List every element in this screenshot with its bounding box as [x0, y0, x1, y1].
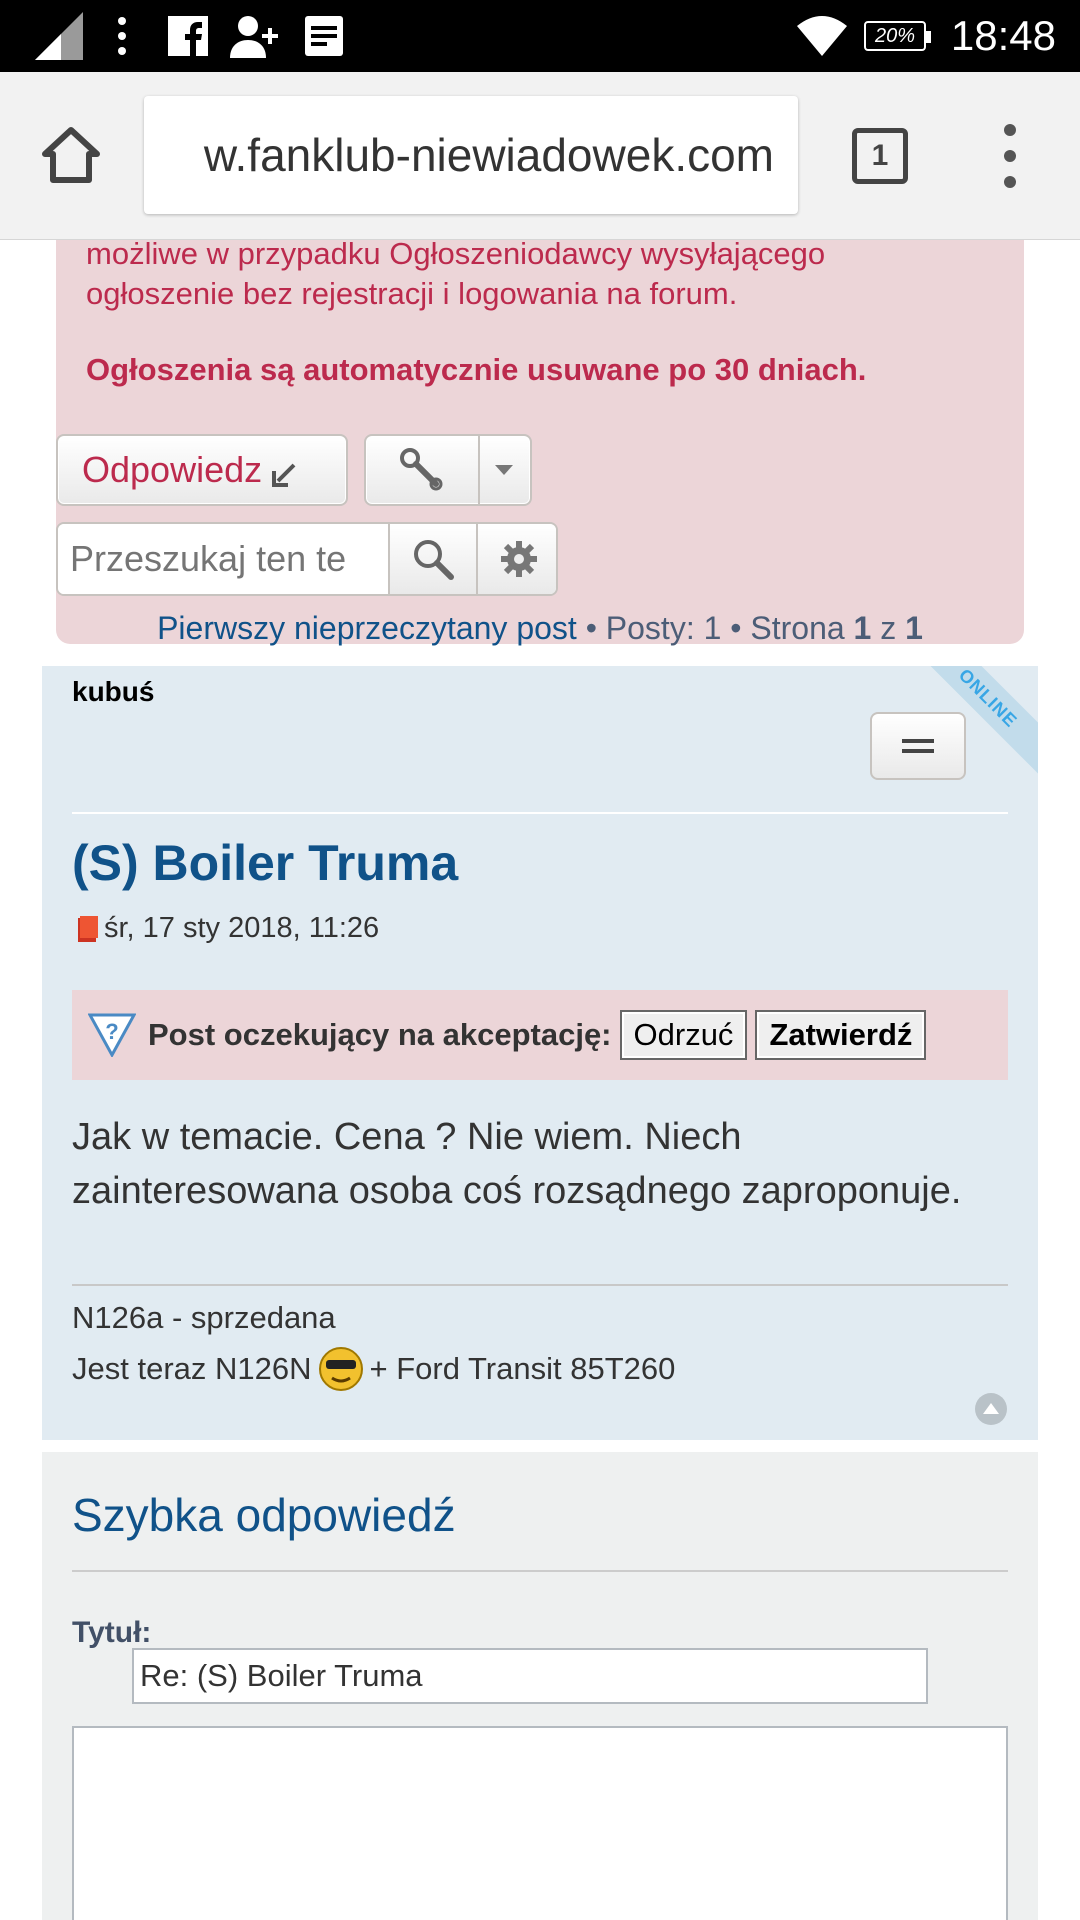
home-icon	[42, 127, 100, 183]
facebook-icon	[166, 0, 210, 72]
gear-icon	[501, 541, 537, 577]
total-pages: 1	[905, 610, 923, 646]
home-button[interactable]	[36, 122, 106, 188]
post-date: śr, 17 sty 2018, 11:26	[104, 912, 380, 944]
signal-icon	[24, 0, 94, 72]
reject-button[interactable]: Odrzuć	[619, 1010, 748, 1060]
subject-label: Tytuł:	[72, 1616, 152, 1649]
tab-switcher-button[interactable]: 1	[852, 128, 908, 184]
reply-arrow-icon	[272, 463, 296, 487]
post-icon[interactable]	[78, 915, 98, 942]
search-button[interactable]	[388, 524, 476, 594]
divider	[72, 1570, 1008, 1572]
menu-line-icon	[902, 749, 934, 753]
url-text: w.fanklub-niewiadowek.com	[203, 129, 774, 181]
svg-text:?: ?	[105, 1019, 118, 1044]
signature-text: + Ford Transit 85T260	[369, 1351, 676, 1386]
current-page: 1	[853, 610, 872, 646]
notice-line: ogłoszenie bez rejestracji i logowania n…	[86, 276, 738, 311]
message-textarea[interactable]	[72, 1726, 1008, 1920]
menu-line-icon	[902, 739, 934, 743]
signature-text: Jest teraz N126N	[72, 1351, 312, 1386]
notice-line: możliwe w przypadku Ogłoszeniodawcy wysy…	[86, 240, 826, 271]
page-content: możliwe w przypadku Ogłoszeniodawcy wysy…	[0, 240, 1080, 1920]
subject-input[interactable]	[132, 1648, 928, 1704]
wifi-icon	[790, 0, 854, 72]
divider	[72, 812, 1008, 814]
notice-warning: Ogłoszenia są automatycznie usuwane po 3…	[86, 352, 867, 387]
reply-button[interactable]: Odpowiedz	[56, 434, 348, 506]
approval-label: Post oczekujący na akceptację:	[148, 1017, 612, 1052]
back-to-top-icon[interactable]	[974, 1392, 1008, 1426]
approve-button[interactable]: Zatwierdź	[755, 1010, 927, 1060]
status-bar: 20% 18:48	[0, 0, 1080, 72]
quick-reply-panel: Szybka odpowiedź Tytuł:	[42, 1452, 1038, 1920]
menu-dot-icon	[1004, 124, 1016, 136]
battery-icon: 20%	[860, 0, 931, 72]
reply-label: Odpowiedz	[82, 449, 263, 490]
browser-menu-button[interactable]	[990, 124, 1030, 188]
signature-line: Jest teraz N126N + Ford Transit 85T260	[72, 1342, 675, 1396]
overflow-dots-icon	[110, 0, 134, 72]
post-body: Jak w temacie. Cena ? Nie wiem. Niech za…	[72, 1116, 962, 1212]
menu-dot-icon	[1004, 176, 1016, 188]
post-author[interactable]: kubuś	[72, 676, 154, 708]
advanced-search-button[interactable]	[476, 524, 556, 594]
topic-search	[56, 522, 558, 596]
news-icon	[302, 0, 346, 72]
wrench-icon	[366, 436, 480, 504]
cool-smiley-icon	[318, 1347, 363, 1391]
add-contact-icon	[228, 0, 284, 72]
post: ONLINE kubuś (S) Boiler Truma śr, 17 sty…	[42, 666, 1038, 1440]
post-title[interactable]: (S) Boiler Truma	[72, 834, 458, 892]
url-bar[interactable]: w.fanklub-niewiadowek.com	[144, 96, 798, 214]
menu-dot-icon	[1004, 150, 1016, 162]
search-input[interactable]	[58, 524, 388, 594]
signature-divider	[72, 1284, 1008, 1286]
search-icon	[414, 540, 454, 580]
page-separator: z	[871, 610, 906, 646]
approval-bar: ? Post oczekujący na akceptację: Odrzuć …	[72, 990, 1008, 1080]
browser-toolbar: w.fanklub-niewiadowek.com 1	[0, 72, 1080, 240]
chevron-down-icon	[478, 436, 530, 504]
topic-pagination: Pierwszy nieprzeczytany post • Posty: 1 …	[0, 606, 1080, 650]
clock: 18:48	[950, 12, 1056, 59]
topic-tools-button[interactable]	[364, 434, 532, 506]
post-menu-button[interactable]	[870, 712, 966, 780]
signature-line: N126a - sprzedana	[72, 1300, 336, 1335]
first-unread-link[interactable]: Pierwszy nieprzeczytany post	[157, 610, 577, 646]
post-count-text: • Posty: 1 • Strona	[576, 610, 854, 646]
post-date-row: śr, 17 sty 2018, 11:26	[72, 912, 379, 945]
battery-level: 20%	[864, 21, 931, 51]
quick-reply-title: Szybka odpowiedź	[72, 1489, 456, 1541]
question-icon: ?	[88, 1013, 136, 1057]
